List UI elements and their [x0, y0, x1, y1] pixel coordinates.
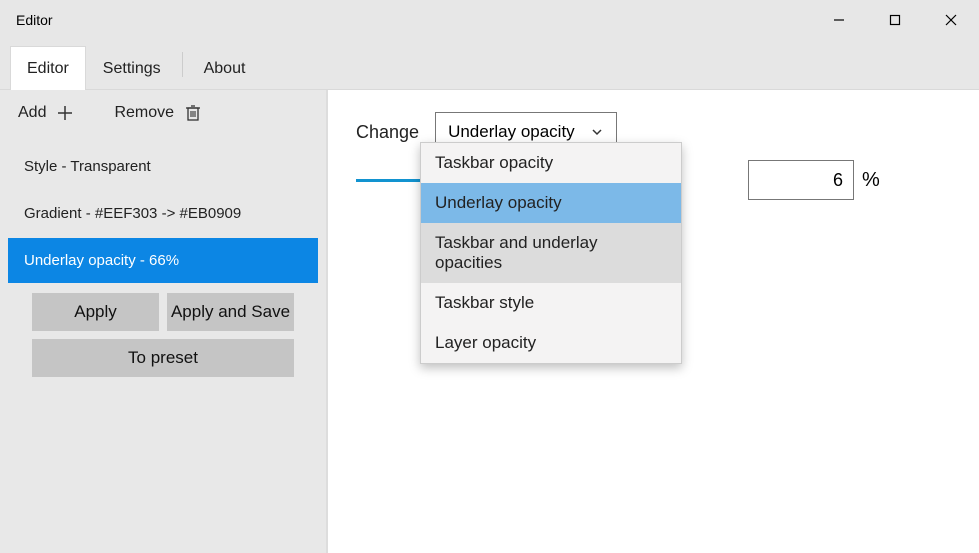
close-icon	[945, 14, 957, 26]
remove-label: Remove	[114, 104, 174, 122]
tab-label: About	[204, 60, 246, 78]
minimize-button[interactable]	[811, 0, 867, 40]
chevron-down-icon	[590, 125, 604, 139]
value-input[interactable]: 6	[748, 160, 854, 200]
apply-save-button[interactable]: Apply and Save	[167, 293, 294, 331]
close-button[interactable]	[923, 0, 979, 40]
dropdown-option[interactable]: Layer opacity	[421, 323, 681, 363]
maximize-icon	[889, 14, 901, 26]
option-label: Taskbar opacity	[435, 153, 553, 172]
combo-value: Underlay opacity	[448, 122, 575, 142]
remove-button[interactable]: Remove	[110, 100, 206, 126]
rules-list: Style - Transparent Gradient - #EEF303 -…	[0, 136, 326, 283]
list-item[interactable]: Style - Transparent	[8, 144, 318, 189]
change-dropdown: Taskbar opacity Underlay opacity Taskbar…	[420, 142, 682, 364]
maximize-button[interactable]	[867, 0, 923, 40]
titlebar: Editor	[0, 0, 979, 40]
percent-label: %	[862, 169, 880, 192]
tab-editor[interactable]: Editor	[10, 46, 86, 90]
rule-text: Underlay opacity - 66%	[24, 252, 179, 269]
tab-label: Editor	[27, 60, 69, 78]
list-item[interactable]: Gradient - #EEF303 -> #EB0909	[8, 191, 318, 236]
dropdown-option[interactable]: Taskbar opacity	[421, 143, 681, 183]
btn-label: To preset	[128, 348, 198, 368]
add-label: Add	[18, 104, 46, 122]
rule-text: Gradient - #EEF303 -> #EB0909	[24, 205, 241, 222]
option-label: Layer opacity	[435, 333, 536, 352]
option-label: Underlay opacity	[435, 193, 562, 212]
sidebar-actions: Apply Apply and Save To preset	[0, 285, 326, 377]
to-preset-button[interactable]: To preset	[32, 339, 294, 377]
add-button[interactable]: Add	[14, 100, 78, 126]
btn-label: Apply	[74, 302, 117, 322]
minimize-icon	[833, 14, 845, 26]
sidebar: Add Remove Style - Transparent Gradient …	[0, 90, 328, 553]
window-controls	[811, 0, 979, 40]
window-title: Editor	[0, 12, 811, 28]
trash-icon	[184, 104, 202, 122]
slider-underline[interactable]	[356, 179, 424, 182]
dropdown-option[interactable]: Taskbar and underlay opacities	[421, 223, 681, 283]
btn-label: Apply and Save	[171, 302, 290, 322]
rule-text: Style - Transparent	[24, 158, 151, 175]
tab-settings[interactable]: Settings	[86, 46, 178, 90]
tab-label: Settings	[103, 60, 161, 78]
plus-icon	[56, 104, 74, 122]
value-text: 6	[833, 170, 843, 191]
tab-about[interactable]: About	[187, 46, 263, 90]
option-label: Taskbar style	[435, 293, 534, 312]
sidebar-toolbar: Add Remove	[0, 90, 326, 136]
change-label: Change	[356, 122, 419, 143]
apply-button[interactable]: Apply	[32, 293, 159, 331]
dropdown-option[interactable]: Taskbar style	[421, 283, 681, 323]
option-label: Taskbar and underlay opacities	[435, 233, 598, 272]
list-item[interactable]: Underlay opacity - 66%	[8, 238, 318, 283]
tabbar: Editor Settings About	[0, 40, 979, 90]
tab-divider	[182, 52, 183, 77]
dropdown-option[interactable]: Underlay opacity	[421, 183, 681, 223]
